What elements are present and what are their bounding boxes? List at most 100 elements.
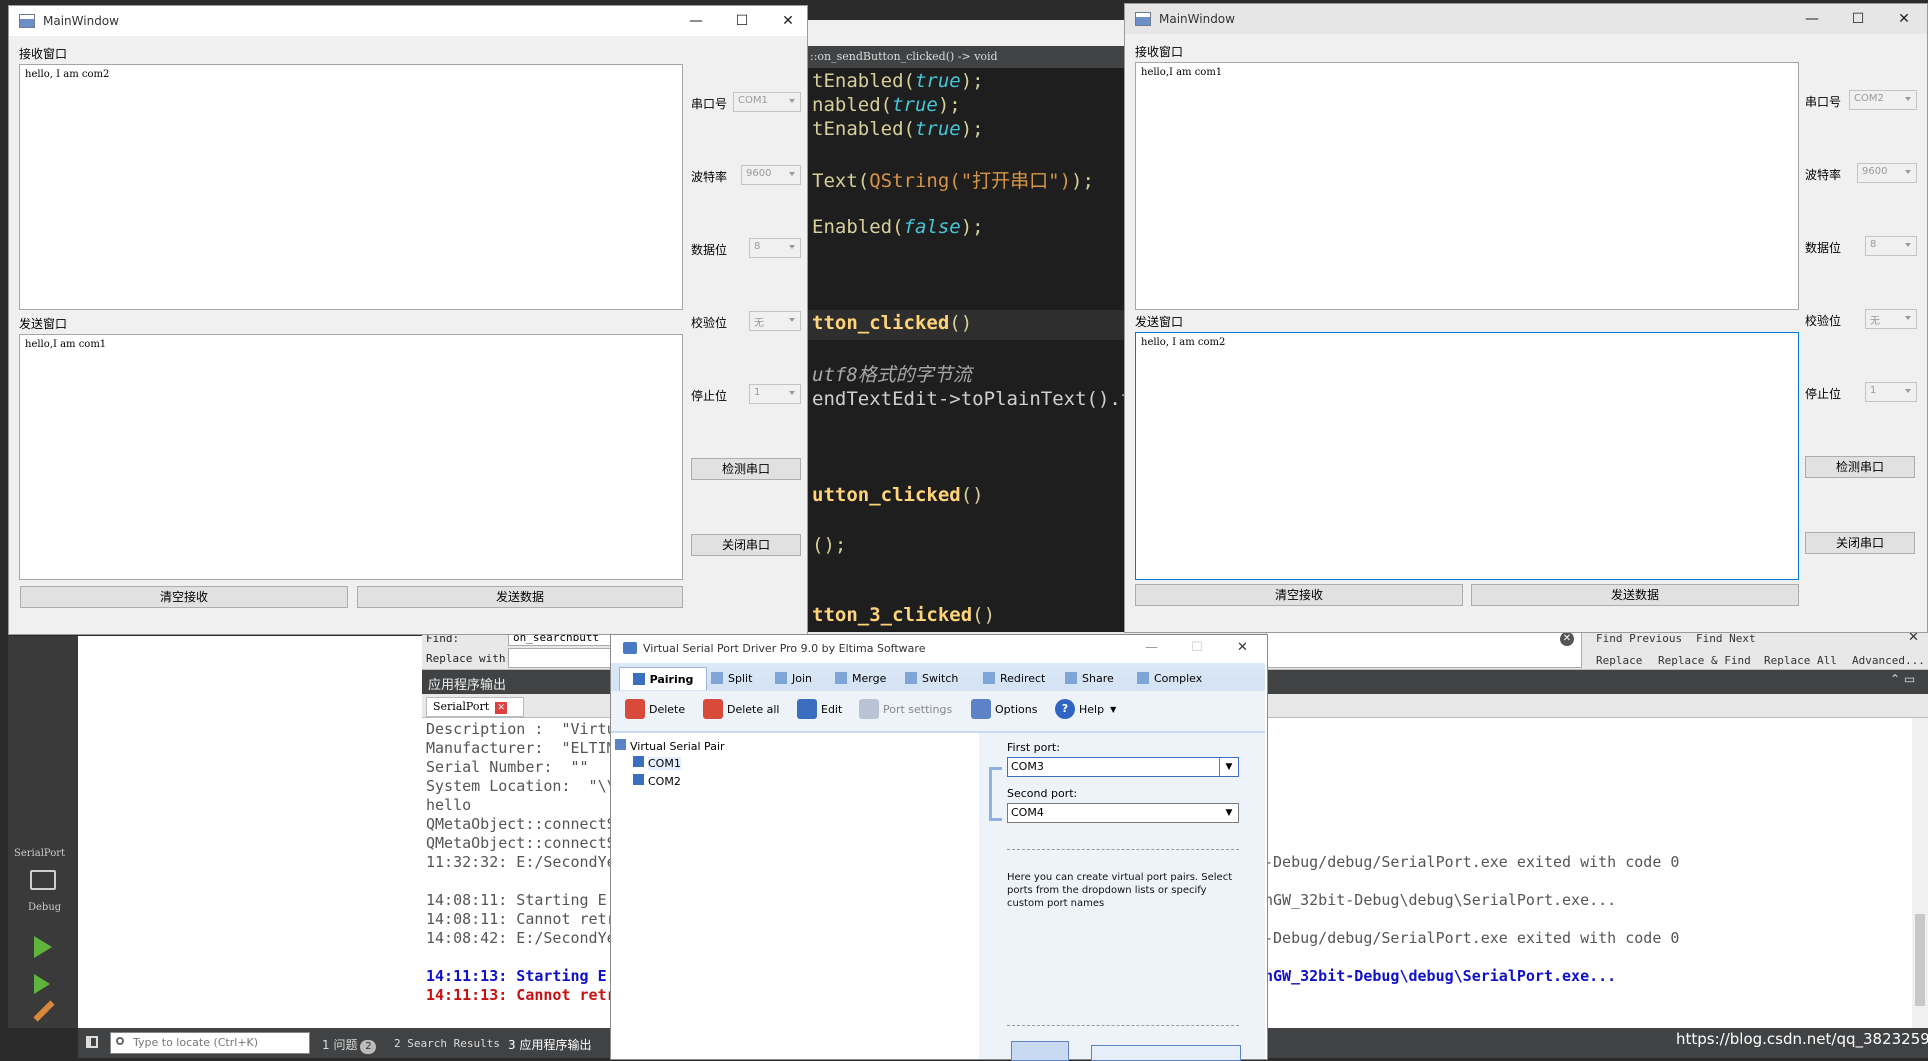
complex-icon xyxy=(1137,672,1149,684)
replace-input[interactable] xyxy=(508,648,612,668)
vspd-title-bar[interactable]: Virtual Serial Port Driver Pro 9.0 by El… xyxy=(611,635,1265,663)
chevron-down-icon[interactable]: ▼ xyxy=(1220,804,1238,822)
replace-button[interactable]: Replace xyxy=(1596,654,1642,667)
stop-bits-label: 停止位 xyxy=(691,389,728,403)
options-button[interactable]: Options xyxy=(971,699,1037,719)
send-textbox[interactable]: hello, I am com2 xyxy=(1135,332,1799,580)
replace-all-button[interactable]: Replace All xyxy=(1764,654,1837,667)
stop-bits-value: 1 xyxy=(754,387,761,398)
send-data-button[interactable]: 发送数据 xyxy=(1471,584,1799,606)
status-issues[interactable]: 1 问题 2 xyxy=(322,1036,377,1054)
close-icon[interactable]: ✕ xyxy=(765,6,811,36)
left-title-bar[interactable]: MainWindow — ☐ ✕ xyxy=(9,6,807,36)
chevron-down-icon xyxy=(789,172,795,176)
port-select[interactable]: COM2 xyxy=(1849,90,1917,110)
delete-button[interactable]: Delete xyxy=(625,699,685,719)
right-title-bar[interactable]: MainWindow — ☐ ✕ xyxy=(1125,4,1927,34)
clear-receive-button[interactable]: 清空接收 xyxy=(20,586,348,608)
tab-split[interactable]: Split xyxy=(711,667,752,689)
advanced-button[interactable]: Advanced... xyxy=(1852,654,1925,667)
tab-redirect[interactable]: Redirect xyxy=(983,667,1045,689)
detect-port-button[interactable]: 检测串口 xyxy=(691,458,801,480)
run-icon[interactable] xyxy=(34,936,52,958)
baud-select[interactable]: 9600 xyxy=(741,165,801,185)
left-window-title: MainWindow xyxy=(43,14,119,28)
minimize-icon[interactable]: — xyxy=(673,6,719,36)
tab-pairing[interactable]: Pairing xyxy=(619,667,707,690)
minimize-icon[interactable]: — xyxy=(1145,640,1158,655)
scroll-thumb[interactable] xyxy=(1915,914,1925,1006)
add-pair-button[interactable] xyxy=(1091,1045,1241,1061)
port-settings-button[interactable]: Port settings xyxy=(859,699,952,719)
baud-select[interactable]: 9600 xyxy=(1857,163,1917,183)
chevron-down-icon[interactable]: ▼ xyxy=(1219,758,1238,776)
clear-find-icon[interactable]: ✕ xyxy=(1560,632,1574,646)
close-icon[interactable]: ✕ xyxy=(1237,640,1248,655)
second-port-value: COM4 xyxy=(1011,806,1044,819)
stop-bits-select[interactable]: 1 xyxy=(749,384,801,404)
status-search[interactable]: 2 Search Results xyxy=(394,1037,500,1050)
data-bits-select[interactable]: 8 xyxy=(749,238,801,258)
first-port-select[interactable]: COM3 ▼ xyxy=(1007,757,1239,777)
second-port-select[interactable]: COM4 ▼ xyxy=(1007,803,1239,823)
output-line-3: Serial Number: "" xyxy=(426,758,589,776)
data-bits-label: 数据位 xyxy=(691,243,728,257)
tree-item-com1[interactable]: COM1 xyxy=(633,756,681,770)
send-data-button[interactable]: 发送数据 xyxy=(357,586,683,608)
find-next-button[interactable]: Find Next xyxy=(1696,632,1756,645)
edit-button[interactable]: Edit xyxy=(797,699,842,719)
locate-input[interactable]: Type to locate (Ctrl+K) xyxy=(110,1032,310,1054)
receive-textbox[interactable]: hello,I am com1 xyxy=(1135,62,1799,310)
data-bits-select[interactable]: 8 xyxy=(1865,236,1917,256)
find-previous-button[interactable]: Find Previous xyxy=(1596,632,1682,645)
output-tab[interactable]: SerialPort ✕ xyxy=(426,697,524,717)
replace-find-button[interactable]: Replace & Find xyxy=(1658,654,1751,667)
close-port-button[interactable]: 关闭串口 xyxy=(691,534,801,556)
tree-item-com2[interactable]: COM2 xyxy=(633,774,681,788)
close-icon[interactable]: ✕ xyxy=(1881,4,1927,34)
delete-all-button[interactable]: Delete all xyxy=(703,699,780,719)
parity-select[interactable]: 无 xyxy=(1865,309,1917,329)
stop-bits-select[interactable]: 1 xyxy=(1865,382,1917,402)
output-line-12: 14:11:13: Starting E: xyxy=(426,967,616,985)
maximize-icon[interactable]: ☐ xyxy=(1191,640,1203,655)
stop-bits-value: 1 xyxy=(1870,385,1877,396)
delete-icon xyxy=(625,699,645,719)
tab-switch[interactable]: Switch xyxy=(905,667,958,689)
chevron-down-icon: ▼ xyxy=(1110,704,1117,714)
send-textbox[interactable]: hello,I am com1 xyxy=(19,334,683,580)
toggle-sidebar-icon[interactable] xyxy=(86,1036,98,1048)
tab-merge[interactable]: Merge xyxy=(835,667,886,689)
tab-complex[interactable]: Complex xyxy=(1137,667,1202,689)
output-scrollbar[interactable] xyxy=(1912,718,1928,1028)
help-button[interactable]: ? Help ▼ xyxy=(1055,699,1116,719)
editor-breadcrumb[interactable]: ::on_sendButton_clicked() -> void xyxy=(808,46,1128,68)
code-line-4: Text(QString("打开串口")); xyxy=(812,170,1094,192)
clear-receive-button[interactable]: 清空接收 xyxy=(1135,584,1463,606)
status-output[interactable]: 3 应用程序输出 xyxy=(508,1036,591,1053)
port-value: COM2 xyxy=(1854,93,1884,104)
receive-textbox[interactable]: hello, I am com2 xyxy=(19,64,683,310)
debug-run-icon[interactable] xyxy=(34,974,50,994)
close-port-button[interactable]: 关闭串口 xyxy=(1805,532,1915,554)
tree-root[interactable]: Virtual Serial Pair xyxy=(615,739,725,753)
maximize-icon[interactable]: ☐ xyxy=(1835,4,1881,34)
output-line-5: hello xyxy=(426,796,472,814)
parity-select[interactable]: 无 xyxy=(749,311,801,331)
replace-input-right[interactable] xyxy=(1266,630,1582,668)
port-select[interactable]: COM1 xyxy=(733,92,801,112)
output-title: 应用程序输出 xyxy=(428,678,507,693)
code-line-2: nabled(true); xyxy=(812,94,961,116)
port-value: COM1 xyxy=(738,95,768,106)
maximize-icon[interactable]: ☐ xyxy=(719,6,765,36)
tab-share[interactable]: Share xyxy=(1065,667,1114,689)
parity-value: 无 xyxy=(754,318,764,329)
tab-join[interactable]: Join xyxy=(775,667,812,689)
receive-label: 接收窗口 xyxy=(19,47,68,61)
chevron-down-icon xyxy=(1905,316,1911,320)
chevron-down-icon xyxy=(789,318,795,322)
monitor-icon[interactable] xyxy=(30,870,56,890)
detect-port-button[interactable]: 检测串口 xyxy=(1805,456,1915,478)
minimize-icon[interactable]: — xyxy=(1789,4,1835,34)
close-tab-icon[interactable]: ✕ xyxy=(495,702,508,714)
